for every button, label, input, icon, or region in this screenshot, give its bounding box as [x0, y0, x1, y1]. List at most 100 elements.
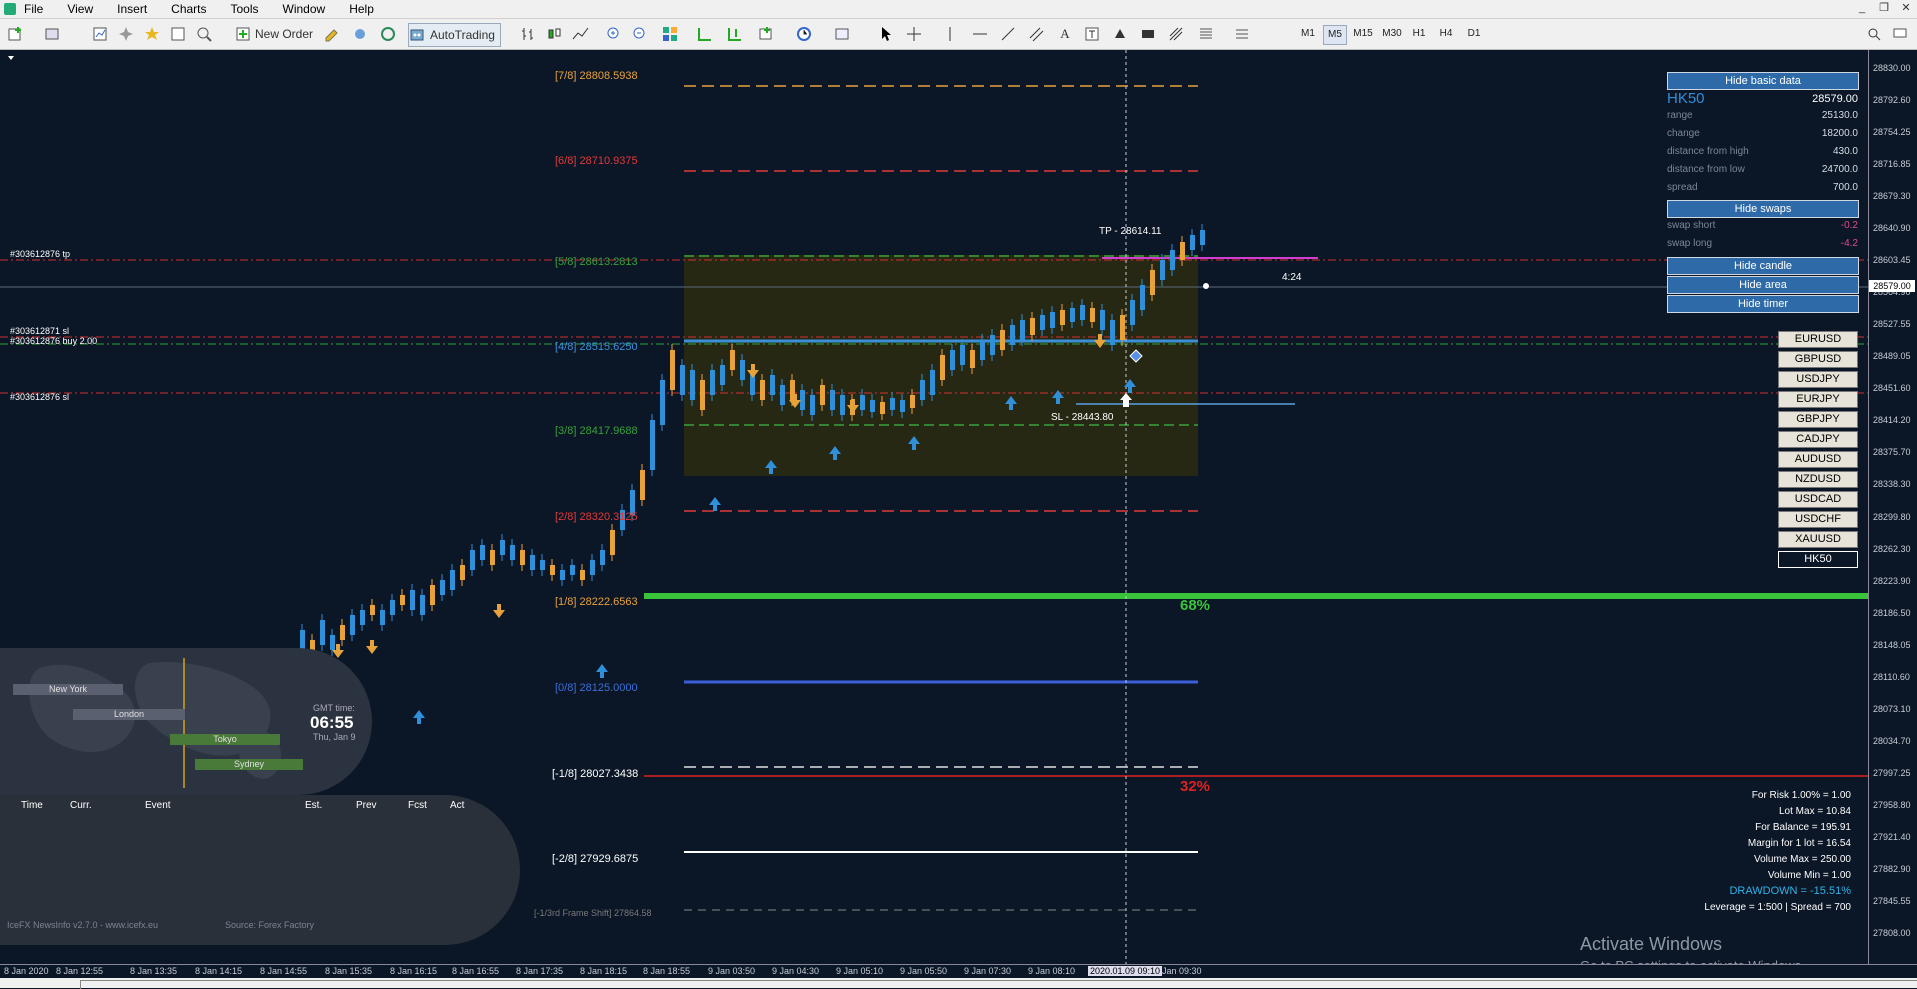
symbol-gbpusd[interactable]: GBPUSD	[1778, 351, 1858, 368]
symbol-usdjpy[interactable]: USDJPY	[1778, 371, 1858, 388]
menu-charts[interactable]: Charts	[171, 2, 206, 16]
metaeditor-icon[interactable]	[322, 23, 344, 45]
candle-body	[940, 355, 945, 380]
new-order-button[interactable]: New Order	[236, 23, 318, 45]
symbol-eurusd[interactable]: EURUSD	[1778, 331, 1858, 348]
panel-row-change: change 18200.0	[1667, 128, 1858, 139]
minimize-button[interactable]: _	[1851, 0, 1873, 17]
news-col-event: Event	[145, 800, 171, 811]
cycle-lines-icon[interactable]	[1196, 23, 1218, 45]
hide-timer-button[interactable]: Hide timer	[1667, 295, 1859, 313]
indicators-icon[interactable]	[756, 23, 778, 45]
equidistant-channel-icon[interactable]	[1026, 23, 1048, 45]
profiles-icon[interactable]	[42, 23, 64, 45]
hide-swaps-button[interactable]: Hide swaps	[1667, 200, 1859, 218]
price-tick-label: 27882.90	[1873, 863, 1911, 874]
candle-body	[320, 620, 325, 645]
symbol-nzdusd[interactable]: NZDUSD	[1778, 471, 1858, 488]
candle-body	[300, 630, 305, 650]
horizontal-line-icon[interactable]	[970, 23, 992, 45]
zoom-out-icon[interactable]	[630, 23, 652, 45]
hide-basic-data-button[interactable]: Hide basic data	[1667, 72, 1859, 90]
period-separator-icon[interactable]	[1232, 23, 1254, 45]
chart-area[interactable]: [7/8] 28808.5938 [6/8] 28710.9375 [5/8] …	[0, 50, 1917, 964]
rectangle-icon[interactable]	[1138, 23, 1160, 45]
terminal-icon[interactable]	[168, 23, 190, 45]
tester-icon[interactable]	[194, 23, 216, 45]
new-chart-icon[interactable]	[6, 23, 28, 45]
candle-body	[680, 365, 685, 395]
symbol-usdcad[interactable]: USDCAD	[1778, 491, 1858, 508]
search-icon[interactable]	[1864, 23, 1886, 45]
menu-bar: File View Insert Charts Tools Window Hel…	[0, 0, 1917, 19]
symbol-xauusd[interactable]: XAUUSD	[1778, 531, 1858, 548]
tile-windows-icon[interactable]	[660, 23, 682, 45]
timeframe-m15[interactable]: M15	[1349, 25, 1377, 43]
price-tick-label: 27845.55	[1873, 895, 1911, 906]
zoom-in-icon[interactable]	[604, 23, 626, 45]
symbol-gbpjpy[interactable]: GBPJPY	[1778, 411, 1858, 428]
signals-icon[interactable]	[350, 23, 372, 45]
hide-area-button[interactable]: Hide area	[1667, 276, 1859, 294]
timeframe-d1[interactable]: D1	[1463, 25, 1485, 43]
candle-body	[1170, 250, 1175, 270]
candle-body	[810, 395, 815, 415]
autoscroll-icon[interactable]	[694, 23, 716, 45]
candle-body	[970, 350, 975, 368]
navigator-icon[interactable]	[116, 23, 138, 45]
arrows-icon[interactable]	[1110, 23, 1132, 45]
symbol-cadjpy[interactable]: CADJPY	[1778, 431, 1858, 448]
sell-arrow-icon	[493, 604, 505, 618]
candle-body	[1100, 310, 1105, 330]
periods-icon[interactable]	[794, 23, 816, 45]
trendline-icon[interactable]	[998, 23, 1020, 45]
panel-row-distance-low: distance from low 24700.0	[1667, 164, 1858, 175]
price-tick-label: 27997.25	[1873, 767, 1911, 778]
candlesticks-icon[interactable]	[544, 23, 566, 45]
text-tool-icon[interactable]: A	[1054, 23, 1076, 45]
menu-file[interactable]: File	[24, 2, 43, 16]
timeframe-m1[interactable]: M1	[1297, 25, 1319, 43]
crosshair-icon[interactable]	[904, 23, 926, 45]
pitchfork-icon[interactable]	[1166, 23, 1188, 45]
hide-candle-button[interactable]: Hide candle	[1667, 257, 1859, 275]
vertical-line-icon[interactable]	[940, 23, 962, 45]
symbol-usdchf[interactable]: USDCHF	[1778, 511, 1858, 528]
templates-icon[interactable]	[832, 23, 854, 45]
timeframe-h1[interactable]: H1	[1408, 25, 1430, 43]
panel-row-distance-high: distance from high 430.0	[1667, 146, 1858, 157]
symbol-eurjpy[interactable]: EURJPY	[1778, 391, 1858, 408]
risk-line-1: For Risk 1.00% = 1.00	[1751, 790, 1851, 801]
menu-window[interactable]: Window	[283, 2, 326, 16]
close-button[interactable]: ✕	[1895, 0, 1917, 17]
cursor-icon[interactable]	[876, 23, 898, 45]
candle-body	[670, 350, 675, 390]
favorites-icon[interactable]	[142, 23, 164, 45]
market-icon[interactable]	[378, 23, 400, 45]
candle-body	[910, 395, 915, 408]
news-col-act: Act	[450, 800, 465, 811]
menu-view[interactable]: View	[67, 2, 93, 16]
chart-shift-icon[interactable]	[724, 23, 746, 45]
panel-row-swap-short: swap short -0.2	[1667, 220, 1858, 231]
menu-insert[interactable]: Insert	[117, 2, 147, 16]
timeframe-h4[interactable]: H4	[1435, 25, 1457, 43]
timeframe-m5[interactable]: M5	[1323, 25, 1347, 45]
candle-body	[900, 400, 905, 412]
risk-line-5: Volume Max = 250.00	[1753, 854, 1851, 865]
autotrading-button[interactable]: AutoTrading	[408, 23, 501, 47]
chat-icon[interactable]	[1890, 23, 1912, 45]
market-watch-icon[interactable]	[90, 23, 112, 45]
symbol-hk50[interactable]: HK50	[1778, 551, 1858, 568]
menu-help[interactable]: Help	[349, 2, 374, 16]
status-bar	[0, 978, 1917, 989]
bar-chart-icon[interactable]	[518, 23, 540, 45]
menu-tools[interactable]: Tools	[231, 2, 259, 16]
symbol-audusd[interactable]: AUDUSD	[1778, 451, 1858, 468]
timeframe-m30[interactable]: M30	[1378, 25, 1406, 43]
text-label-icon[interactable]	[1082, 23, 1104, 45]
restore-button[interactable]: ❐	[1873, 0, 1895, 17]
time-tick-label: 9 Jan 05:50	[900, 966, 948, 976]
line-chart-icon[interactable]	[570, 23, 592, 45]
price-tick-label: 28754.25	[1873, 127, 1911, 138]
